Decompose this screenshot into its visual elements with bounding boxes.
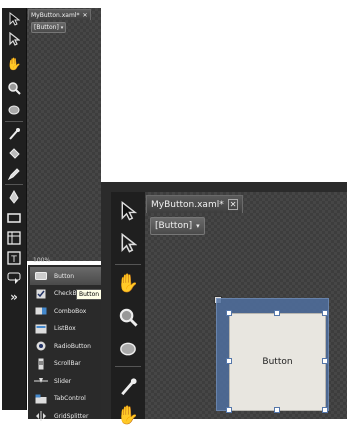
- selection-tool[interactable]: [111, 196, 145, 226]
- combobox-icon: [34, 307, 48, 315]
- menu-item-tabcontrol[interactable]: TabControl: [30, 390, 100, 408]
- scrollbar-icon: [34, 358, 48, 370]
- grid-icon: [7, 231, 21, 245]
- rectangle-icon: [7, 213, 21, 223]
- hand-icon: ✋: [116, 272, 140, 294]
- menu-item-label: GridSplitter: [54, 412, 89, 420]
- camera-orbit-tool[interactable]: [111, 334, 145, 364]
- resize-handle-bm[interactable]: [274, 407, 280, 413]
- asset-library-tool[interactable]: »: [2, 288, 26, 306]
- paint-bucket-tool[interactable]: [2, 144, 26, 164]
- rectangle-tool[interactable]: [2, 208, 26, 228]
- tabcontrol-icon: [34, 394, 48, 404]
- brush-transform-tool[interactable]: [2, 164, 26, 184]
- menu-item-label: ListBox: [54, 325, 76, 332]
- resize-handle-mr[interactable]: [322, 358, 328, 364]
- menu-item-combobox[interactable]: ComboBox: [30, 302, 100, 320]
- resize-handle-br[interactable]: [322, 407, 328, 413]
- listbox-icon: [34, 324, 48, 334]
- menu-item-label: Button: [54, 272, 75, 280]
- menu-item-label: TabControl: [54, 395, 86, 402]
- magnifier-icon: [119, 308, 138, 327]
- tooltip: Button: [76, 289, 103, 300]
- button-icon: [34, 272, 48, 280]
- small-toolbar: ✋ T »: [2, 8, 27, 410]
- direct-selection-tool[interactable]: [2, 30, 26, 48]
- hand-icon: ✋: [116, 404, 140, 426]
- pen-icon: [9, 190, 19, 204]
- close-icon[interactable]: ✕: [82, 12, 87, 19]
- gridsplitter-icon: [34, 411, 48, 421]
- eyedropper-icon: [9, 128, 20, 140]
- button-label: Button: [262, 357, 293, 367]
- selection-tool[interactable]: [2, 10, 26, 28]
- menu-item-scrollbar[interactable]: ScrollBar: [30, 355, 100, 373]
- zoom-readout[interactable]: 100%: [33, 257, 50, 264]
- close-icon[interactable]: ✕: [227, 199, 239, 210]
- magnifier-icon: [8, 82, 21, 95]
- eyedropper-icon: [121, 378, 137, 396]
- menu-item-listbox[interactable]: ListBox: [30, 320, 100, 338]
- button-element[interactable]: Button: [229, 313, 326, 411]
- menu-item-button[interactable]: Button: [30, 267, 101, 285]
- hand-icon: ✋: [6, 57, 22, 71]
- textbox-icon: T: [7, 251, 21, 265]
- radiobutton-icon: [34, 341, 48, 351]
- button-control-tool[interactable]: [2, 268, 26, 288]
- small-tab-title: MyButton.xaml*: [31, 11, 80, 19]
- chevron-down-icon: ▾: [196, 222, 200, 230]
- pan-tool[interactable]: ✋: [2, 54, 26, 74]
- menu-item-label: Slider: [54, 377, 72, 385]
- checkbox-icon: [34, 289, 48, 299]
- grid-tool[interactable]: [2, 228, 26, 248]
- slider-icon: [34, 377, 48, 385]
- orbit-icon: [8, 105, 20, 115]
- camera-orbit-tool[interactable]: [2, 100, 26, 120]
- text-tool[interactable]: T: [2, 248, 26, 268]
- large-tab-title: MyButton.xaml*: [151, 199, 224, 210]
- paint-bucket-tool[interactable]: ✋: [111, 404, 145, 426]
- zoom-tool[interactable]: [2, 78, 26, 98]
- chevron-down-icon: ▾: [60, 24, 64, 31]
- arrow-direct-select-icon: [121, 233, 137, 253]
- menu-item-slider[interactable]: Slider: [30, 372, 100, 390]
- pencil-icon: [7, 168, 20, 181]
- resize-handle-tm[interactable]: [274, 310, 280, 316]
- hand-pointer-icon: [7, 272, 21, 284]
- resize-handle-tl[interactable]: [226, 310, 232, 316]
- large-window: ✋ ✋ MyButton.xaml* ✕ [Button] ▾ Button: [101, 182, 347, 426]
- menu-item-label: ScrollBar: [54, 360, 81, 367]
- menu-item-gridsplitter[interactable]: GridSplitter: [30, 407, 100, 425]
- direct-selection-tool[interactable]: [111, 228, 145, 258]
- pen-tool[interactable]: [2, 186, 26, 208]
- resize-handle-tr[interactable]: [322, 310, 328, 316]
- small-design-surface[interactable]: [26, 8, 101, 261]
- menu-item-label: RadioButton: [54, 342, 91, 350]
- large-breadcrumb[interactable]: [Button] ▾: [150, 217, 205, 235]
- paint-bucket-icon: [9, 148, 20, 159]
- pan-tool[interactable]: ✋: [111, 268, 145, 298]
- large-breadcrumb-label: [Button]: [155, 221, 193, 231]
- svg-text:T: T: [10, 255, 17, 265]
- arrow-select-icon: [9, 12, 20, 26]
- large-document-tab[interactable]: MyButton.xaml* ✕: [146, 195, 244, 213]
- small-window: MyButton.xaml* ✕ [Button] ▾ 100% ✋ T » B…: [0, 0, 103, 421]
- large-toolbar: ✋ ✋: [111, 192, 146, 426]
- menu-item-radiobutton[interactable]: RadioButton: [30, 337, 100, 355]
- small-breadcrumb-label: [Button]: [34, 24, 59, 31]
- resize-handle-bl[interactable]: [226, 407, 232, 413]
- menu-item-label: ComboBox: [54, 307, 87, 315]
- resize-handle-ml[interactable]: [226, 358, 232, 364]
- small-document-tab[interactable]: MyButton.xaml* ✕: [28, 9, 91, 20]
- zoom-tool[interactable]: [111, 302, 145, 332]
- eyedropper-tool[interactable]: [111, 372, 145, 402]
- orbit-icon: [120, 342, 136, 356]
- double-chevron-right-icon: »: [10, 290, 18, 304]
- arrow-select-icon: [121, 201, 137, 221]
- arrow-direct-select-icon: [9, 32, 20, 46]
- small-breadcrumb[interactable]: [Button] ▾: [31, 22, 67, 33]
- eyedropper-tool[interactable]: [2, 124, 26, 144]
